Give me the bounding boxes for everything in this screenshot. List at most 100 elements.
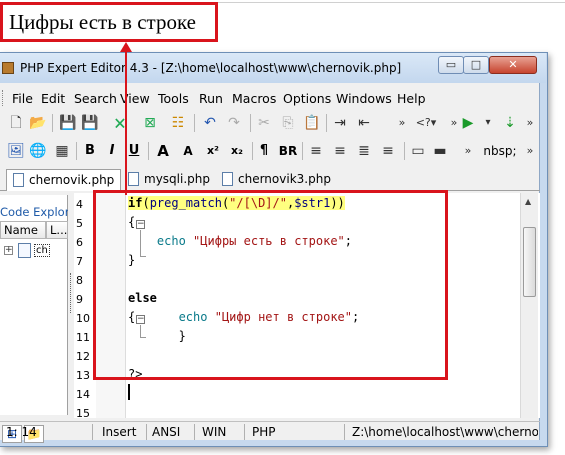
menu-bar: File Edit Search View Tools Run Macros O… [0, 87, 540, 109]
paste-icon[interactable]: 📋 [302, 113, 322, 133]
menubar-grip[interactable] [2, 90, 5, 106]
php-file-icon [128, 172, 139, 186]
file-tabs: chernovik.php mysqli.php chernovik3.php [0, 167, 540, 191]
italic-button[interactable]: I [104, 141, 120, 161]
more-chevron-icon[interactable]: » [458, 141, 478, 161]
font-increase-button[interactable]: A [154, 141, 172, 161]
save-icon[interactable]: 💾 [58, 113, 78, 133]
line-number: 4 [76, 198, 83, 211]
more-chevron-icon[interactable]: » [392, 113, 412, 133]
expand-icon[interactable]: + [4, 246, 13, 255]
align-justify-icon[interactable]: ≣ [354, 141, 374, 161]
redo-icon[interactable]: ↷ [224, 113, 244, 133]
status-separator [146, 424, 147, 440]
minimize-button[interactable]: ▭ [438, 56, 464, 74]
menu-help[interactable]: Help [397, 91, 426, 106]
menu-edit[interactable]: Edit [41, 91, 65, 106]
language: PHP [252, 425, 276, 439]
tab-chernovik3[interactable]: chernovik3.php [216, 169, 337, 191]
column-l-header[interactable]: L... [46, 221, 68, 239]
top-divider [218, 2, 565, 3]
line-number: 13 [76, 369, 90, 382]
toolbar-separator [302, 142, 303, 160]
cut-icon[interactable]: ✂ [254, 113, 274, 133]
line-number: 5 [76, 217, 83, 230]
file-icon [18, 243, 31, 258]
underline-button[interactable]: U [126, 141, 142, 161]
form-icon[interactable]: ▦ [52, 141, 72, 161]
php-tag-icon[interactable]: <?▾ [412, 113, 440, 133]
paragraph-button[interactable]: ¶ [256, 141, 272, 161]
open-folder-icon[interactable]: 📂 [28, 113, 48, 133]
output-callout: Цифры есть в строке [0, 2, 218, 42]
title-bar[interactable]: PHP Expert Editor 4.3 - [Z:\home\localho… [0, 53, 546, 83]
nbsp-button[interactable]: nbsp; [480, 141, 520, 161]
align-center-icon[interactable]: ≡ [330, 141, 350, 161]
run-dropdown-icon[interactable]: ▾ [478, 113, 498, 133]
box-icon[interactable]: ▭ [408, 141, 428, 161]
line-number: 10 [76, 312, 90, 325]
close-file-icon[interactable]: 🗙 [110, 113, 130, 133]
line-number: 15 [76, 407, 90, 418]
toolbar-separator [252, 142, 253, 160]
status-separator [92, 424, 93, 440]
hr-icon[interactable]: ▬ [430, 141, 450, 161]
run-icon[interactable]: ▶ [458, 113, 478, 133]
vertical-scrollbar[interactable]: ▲ [520, 193, 538, 418]
toolbar-separator [326, 114, 327, 132]
font-decrease-button[interactable]: A [180, 141, 196, 161]
php-file-icon [13, 173, 24, 187]
align-left-icon[interactable]: ≡ [306, 141, 326, 161]
outdent-icon[interactable]: ⇤ [354, 113, 374, 133]
more-chevron-icon[interactable]: » [520, 141, 540, 161]
align-right-icon[interactable]: ≡ [378, 141, 398, 161]
toolbar-separator [250, 114, 251, 132]
superscript-button[interactable]: x² [204, 141, 222, 161]
menu-run[interactable]: Run [199, 91, 223, 106]
menu-macros[interactable]: Macros [232, 91, 276, 106]
debug-run-icon[interactable]: ⇣ [500, 113, 520, 133]
menu-windows[interactable]: Windows [336, 91, 392, 106]
menu-options[interactable]: Options [283, 91, 331, 106]
copy-icon[interactable]: ⎘ [278, 113, 298, 133]
undo-icon[interactable]: ↶ [200, 113, 220, 133]
indent-icon[interactable]: ⇥ [330, 113, 350, 133]
toolbar-separator [76, 142, 77, 160]
toolbar-separator [404, 142, 405, 160]
code-highlight-box [93, 190, 448, 380]
code-explorer-panel: Code Explorer Name L... + ch [0, 195, 68, 415]
insert-image-icon[interactable]: 🖼 [6, 141, 26, 161]
column-name-header[interactable]: Name [0, 221, 46, 239]
more-chevron-icon[interactable]: » [520, 113, 540, 133]
app-icon [2, 62, 14, 74]
window-title: PHP Expert Editor 4.3 - [Z:\home\localho… [20, 61, 402, 75]
maximize-button[interactable]: □ [463, 56, 489, 74]
line-break-button[interactable]: BR [278, 141, 298, 161]
globe-icon[interactable]: 🌐 [28, 141, 48, 161]
scroll-up-icon[interactable]: ▲ [525, 197, 531, 206]
line-number: 14 [76, 388, 90, 401]
line-number: 7 [76, 255, 83, 268]
format-toolbar: 🖼 🌐 ▦ B I U A A x² x₂ ¶ BR ≡ ≡ ≣ ≡ ▭ ▬ »… [0, 139, 540, 163]
close-button[interactable]: ✕ [489, 56, 537, 74]
file-path: Z:\home\localhost\www\cherno [352, 425, 538, 439]
bold-button[interactable]: B [82, 141, 98, 161]
subscript-button[interactable]: x₂ [228, 141, 246, 161]
new-file-icon[interactable]: 🗋 [6, 113, 26, 133]
line-number: 8 [76, 274, 83, 287]
line-number: 12 [76, 350, 90, 363]
structure-icon[interactable]: ☷ [168, 113, 188, 133]
insert-mode: Insert [102, 425, 137, 439]
status-bar: 1: 14 Insert ANSI WIN PHP Z:\home\localh… [0, 421, 540, 441]
menu-tools[interactable]: Tools [158, 91, 189, 106]
close-all-icon[interactable]: ⊠ [140, 113, 160, 133]
tab-mysqli[interactable]: mysqli.php [122, 169, 216, 191]
line-number: 9 [76, 293, 83, 306]
save-all-icon[interactable]: 💾 [80, 113, 100, 133]
php-file-icon [222, 172, 233, 186]
menu-file[interactable]: File [12, 91, 33, 106]
scroll-thumb[interactable] [523, 227, 536, 297]
menu-search[interactable]: Search [74, 91, 117, 106]
tree-item[interactable]: + ch [4, 243, 64, 259]
tab-chernovik[interactable]: chernovik.php [6, 169, 122, 191]
